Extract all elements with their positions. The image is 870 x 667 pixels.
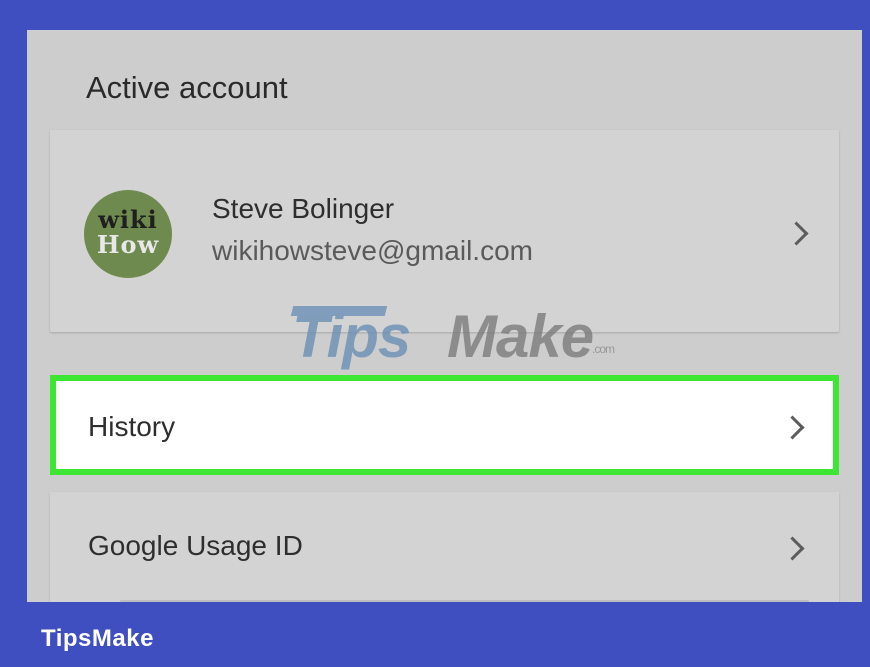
image-frame: Active account wiki How Steve Bolinger w… — [0, 0, 870, 667]
chevron-right-icon — [784, 221, 809, 246]
account-name: Steve Bolinger — [212, 193, 395, 224]
divider — [120, 600, 809, 602]
google-usage-id-label: Google Usage ID — [88, 530, 303, 561]
chevron-right-icon — [780, 415, 805, 440]
settings-screen: Active account wiki How Steve Bolinger w… — [27, 30, 862, 602]
chevron-right-icon — [780, 536, 805, 561]
account-email: wikihowsteve@gmail.com — [212, 235, 533, 266]
watermark-text-suffix: .com — [592, 342, 615, 356]
avatar: wiki How — [84, 190, 172, 278]
history-label: History — [88, 411, 176, 442]
google-usage-id-menu-item[interactable]: Google Usage ID — [50, 492, 839, 602]
avatar-text-line2: How — [96, 230, 160, 259]
active-account-card[interactable]: wiki How Steve Bolinger wikihowsteve@gma… — [50, 130, 839, 332]
brand-footer: TipsMake — [41, 625, 154, 652]
section-title: Active account — [86, 70, 288, 105]
history-menu-item[interactable]: History — [50, 375, 839, 475]
